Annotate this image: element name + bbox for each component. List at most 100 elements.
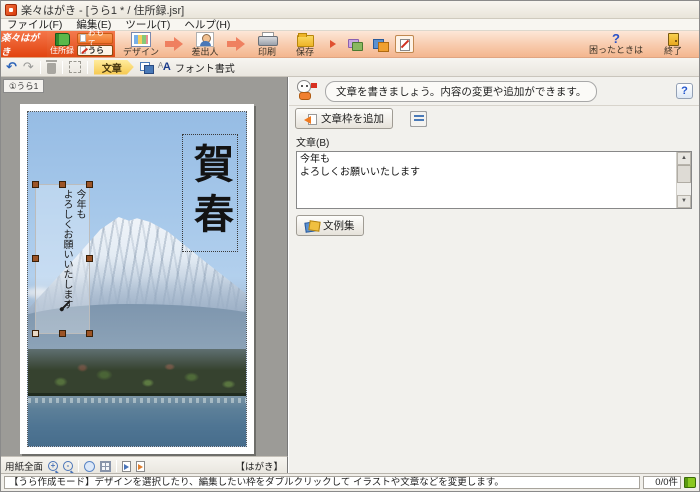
- trouble-help-button[interactable]: ? 困ったときは: [589, 33, 643, 55]
- address-book-status-icon: [684, 477, 696, 488]
- redo-icon[interactable]: ↷: [23, 61, 34, 74]
- postcard-canvas: ①うら1 賀春 今年も よろしくお願いいたします: [1, 77, 288, 456]
- front-sheet-icon: [80, 34, 86, 42]
- question-icon: ?: [612, 33, 620, 45]
- forest-band: [28, 349, 246, 396]
- menu-help[interactable]: ヘルプ(H): [184, 17, 230, 32]
- workflow-steps: デザイン 差出人 印刷 保存: [115, 31, 414, 57]
- horizontal-text-icon: [414, 115, 424, 123]
- printer-icon: [258, 32, 276, 47]
- back-sheet-icon: [80, 46, 86, 54]
- paper-type-label: 【はがき】: [235, 459, 283, 473]
- lake-surface: [28, 396, 246, 446]
- design-variation-button[interactable]: [345, 35, 364, 53]
- undo-icon[interactable]: ↶: [6, 61, 17, 74]
- illustration-button[interactable]: [370, 35, 389, 53]
- print-button[interactable]: 印刷: [251, 32, 283, 57]
- front-side-button[interactable]: おもて: [77, 33, 113, 44]
- text-mode-button[interactable]: 文章: [94, 60, 134, 75]
- separator: [116, 460, 117, 472]
- resize-handle[interactable]: [86, 330, 93, 337]
- save-folder-icon: [297, 35, 314, 47]
- main-toolbar: 楽々はがき 住所録 おもて うら デザイン: [1, 31, 699, 58]
- resize-handle[interactable]: [32, 181, 39, 188]
- horizontal-text-toggle[interactable]: [410, 111, 427, 127]
- status-message: 【うら作成モード】デザインを選択したり、編集したい枠をダブルクリックして イラス…: [4, 476, 640, 489]
- text-field-wrap: 今年も よろしくお願いいたします ▲ ▼: [296, 151, 692, 209]
- flow-arrow-icon: [165, 39, 183, 49]
- exit-door-icon: [668, 33, 679, 46]
- resize-handle[interactable]: [59, 330, 66, 337]
- trouble-help-label: 困ったときは: [589, 46, 643, 55]
- window-title: 楽々はがき - [うら1 * / 住所録.jsr]: [21, 2, 184, 18]
- print-label: 印刷: [258, 48, 276, 57]
- scroll-down-icon[interactable]: ▼: [677, 195, 691, 208]
- resize-handle[interactable]: [59, 181, 66, 188]
- mascot-icon: [295, 79, 319, 103]
- loupe-icon[interactable]: [84, 461, 95, 472]
- phrase-examples-icon: [305, 220, 319, 232]
- mascot-body: [299, 92, 311, 100]
- add-frame-label: 文章枠を追加: [321, 111, 384, 126]
- greeting-text: 賀春: [190, 143, 230, 243]
- panel-toolbar: 文章枠を追加: [289, 106, 699, 131]
- mascot-eye: [306, 85, 308, 87]
- separator: [62, 61, 63, 74]
- design-button[interactable]: デザイン: [123, 32, 159, 57]
- separator: [78, 460, 79, 472]
- add-text-frame-button[interactable]: 文章枠を追加: [295, 108, 393, 129]
- edit-toolbar: ↶ ↷ 文章 フォント書式: [1, 58, 699, 77]
- mascot-eye: [301, 85, 303, 87]
- application-window: 楽々はがき - [うら1 * / 住所録.jsr] ファイル(F) 編集(E) …: [0, 0, 700, 492]
- phrase-examples-button[interactable]: 文例集: [296, 215, 364, 236]
- sender-icon: [196, 32, 214, 47]
- scrollbar-thumb[interactable]: [677, 165, 691, 183]
- design-label: デザイン: [123, 48, 159, 57]
- zoom-out-icon[interactable]: -: [63, 461, 73, 471]
- toolbar-right-group: ? 困ったときは 終了: [589, 31, 699, 57]
- scroll-up-icon[interactable]: ▲: [677, 152, 691, 165]
- sender-button[interactable]: 差出人: [189, 32, 221, 57]
- background-photo-frame[interactable]: 賀春 今年も よろしくお願いいたします: [27, 111, 247, 447]
- delete-icon[interactable]: [47, 63, 56, 74]
- menu-tools[interactable]: ツール(T): [125, 17, 170, 32]
- resize-handle[interactable]: [32, 330, 39, 337]
- mascot-flag: [311, 83, 317, 88]
- save-button[interactable]: 保存: [289, 32, 321, 57]
- postcard-page[interactable]: 賀春 今年も よろしくお願いいたします: [20, 104, 254, 454]
- prev-page-icon[interactable]: [122, 461, 131, 472]
- text-edit-button[interactable]: [395, 35, 414, 53]
- select-frame-icon[interactable]: [69, 61, 81, 73]
- font-format-label: フォント書式: [175, 60, 235, 75]
- message-text-frame-selected[interactable]: 今年も よろしくお願いいたします: [35, 184, 90, 334]
- writing-direction-toggle: [410, 111, 427, 127]
- grid-icon[interactable]: [100, 461, 111, 472]
- zoom-in-icon[interactable]: +: [48, 461, 58, 471]
- font-format-icon: [158, 61, 172, 74]
- next-page-icon[interactable]: [136, 461, 145, 472]
- frame-order-icon[interactable]: [140, 62, 152, 73]
- resize-handle[interactable]: [32, 255, 39, 262]
- save-label: 保存: [296, 48, 314, 57]
- address-book-icon: [55, 33, 70, 46]
- textarea-scrollbar[interactable]: ▲ ▼: [676, 152, 691, 208]
- record-count: 0/0件: [643, 476, 681, 489]
- status-bar: 【うら作成モード】デザインを選択したり、編集したい枠をダブルクリックして イラス…: [1, 473, 699, 491]
- expand-arrow-icon: [330, 40, 336, 48]
- fit-page-button[interactable]: 用紙全面: [5, 459, 43, 473]
- panel-header: 文章を書きましょう。内容の変更や追加ができます。 ?: [289, 77, 699, 106]
- exit-button[interactable]: 終了: [657, 33, 689, 56]
- text-field-label: 文章(B): [296, 134, 692, 149]
- message-text-input[interactable]: 今年も よろしくお願いいたします: [297, 152, 676, 208]
- panel-help-button[interactable]: ?: [676, 83, 693, 99]
- separator: [87, 61, 88, 74]
- font-format-button[interactable]: フォント書式: [158, 60, 235, 75]
- canvas-tab-back1[interactable]: ①うら1: [3, 79, 44, 93]
- separator: [40, 61, 41, 74]
- resize-handle[interactable]: [86, 255, 93, 262]
- greeting-text-frame[interactable]: 賀春: [182, 134, 238, 252]
- address-book-button[interactable]: 住所録: [49, 33, 75, 55]
- back-side-button[interactable]: うら: [77, 45, 113, 56]
- design-variation-icon: [348, 39, 361, 50]
- resize-handle[interactable]: [86, 181, 93, 188]
